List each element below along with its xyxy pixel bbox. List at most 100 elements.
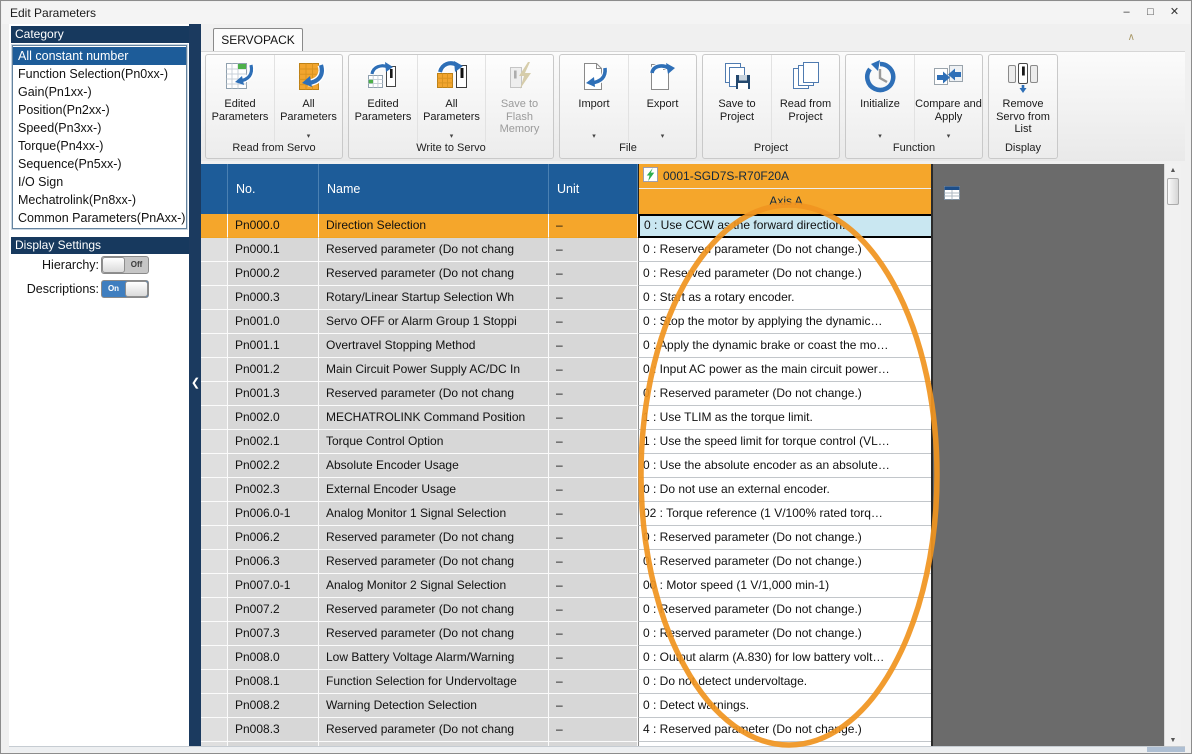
row-value[interactable]: 1 : Use TLIM as the torque limit. — [638, 406, 933, 430]
row-selector[interactable] — [201, 430, 228, 454]
row-value[interactable]: 4 : Reserved parameter (Do not change.) — [638, 718, 933, 742]
table-row[interactable]: Pn006.2 Reserved parameter (Do not chang… — [201, 526, 933, 550]
horizontal-scrollbar-thumb[interactable] — [1147, 747, 1185, 752]
servo-axis-header[interactable]: Axis A — [639, 189, 933, 214]
row-selector[interactable] — [201, 406, 228, 430]
row-selector[interactable] — [201, 334, 228, 358]
collapse-sidebar-icon[interactable]: ❮ — [190, 376, 201, 389]
scroll-up-icon[interactable]: ▲ — [1165, 167, 1181, 174]
ribbon-button-initialize[interactable]: Initialize ▾ — [846, 55, 914, 142]
ribbon-button-all-parameters[interactable]: All Parameters ▾ — [274, 55, 342, 142]
row-value[interactable]: 0 : Do not detect undervoltage. — [638, 670, 933, 694]
table-row[interactable]: Pn002.0 MECHATROLINK Command Position – … — [201, 406, 933, 430]
sidebar-item-i-o-sign[interactable]: I/O Sign — [13, 173, 186, 191]
row-value[interactable]: 0 : Stop the motor by applying the dynam… — [638, 310, 933, 334]
table-row[interactable]: Pn001.3 Reserved parameter (Do not chang… — [201, 382, 933, 406]
row-value[interactable]: 0 : Apply the dynamic brake or coast the… — [638, 334, 933, 358]
row-selector[interactable] — [201, 694, 228, 718]
ribbon-button-compare-and-apply[interactable]: Compare and Apply ▾ — [914, 55, 982, 142]
row-selector[interactable] — [201, 670, 228, 694]
dropdown-arrow-icon[interactable]: ▾ — [450, 132, 454, 142]
ribbon-button-edited-parameters[interactable]: Edited Parameters — [206, 55, 274, 142]
table-row[interactable]: Pn002.1 Torque Control Option – 1 : Use … — [201, 430, 933, 454]
row-selector[interactable] — [201, 526, 228, 550]
row-selector[interactable] — [201, 358, 228, 382]
row-value[interactable]: 0 : Input AC power as the main circuit p… — [638, 358, 933, 382]
tab-servopack[interactable]: SERVOPACK — [213, 28, 303, 51]
row-selector[interactable] — [201, 598, 228, 622]
scroll-down-icon[interactable]: ▼ — [1165, 737, 1181, 744]
ribbon-button-import[interactable]: Import ▾ — [560, 55, 628, 142]
table-row[interactable]: Pn001.0 Servo OFF or Alarm Group 1 Stopp… — [201, 310, 933, 334]
row-selector[interactable] — [201, 262, 228, 286]
row-selector[interactable] — [201, 454, 228, 478]
table-row[interactable]: Pn007.2 Reserved parameter (Do not chang… — [201, 598, 933, 622]
minimize-button[interactable]: – — [1119, 4, 1134, 20]
vertical-scrollbar-thumb[interactable] — [1167, 178, 1179, 205]
table-row[interactable]: Pn008.3 Reserved parameter (Do not chang… — [201, 718, 933, 742]
row-value[interactable]: 0 : Reserved parameter (Do not change.) — [638, 382, 933, 406]
table-row[interactable]: Pn006.3 Reserved parameter (Do not chang… — [201, 550, 933, 574]
table-row[interactable]: Pn008.1 Function Selection for Undervolt… — [201, 670, 933, 694]
sidebar-item-function-selection-pn0xx[interactable]: Function Selection(Pn0xx-) — [13, 65, 186, 83]
horizontal-scrollbar[interactable] — [9, 746, 1185, 752]
row-selector[interactable] — [201, 550, 228, 574]
row-value[interactable]: 0 : Reserved parameter (Do not change.) — [638, 550, 933, 574]
sidebar-item-mechatrolink-pn8xx[interactable]: Mechatrolink(Pn8xx-) — [13, 191, 186, 209]
row-value[interactable]: 0 : Output alarm (A.830) for low battery… — [638, 646, 933, 670]
row-selector[interactable] — [201, 574, 228, 598]
servo-device-header[interactable]: 0001-SGD7S-R70F20A — [639, 164, 933, 189]
table-row[interactable]: Pn000.0 Direction Selection – 0 : Use CC… — [201, 214, 933, 238]
row-value[interactable]: 0 : Do not use an external encoder. — [638, 478, 933, 502]
table-row[interactable]: Pn007.3 Reserved parameter (Do not chang… — [201, 622, 933, 646]
dropdown-arrow-icon[interactable]: ▾ — [592, 132, 596, 142]
sidebar-item-torque-pn4xx[interactable]: Torque(Pn4xx-) — [13, 137, 186, 155]
row-selector[interactable] — [201, 718, 228, 742]
table-row[interactable]: Pn006.0-1 Analog Monitor 1 Signal Select… — [201, 502, 933, 526]
dropdown-arrow-icon[interactable]: ▾ — [878, 132, 882, 142]
dropdown-arrow-icon[interactable]: ▾ — [661, 132, 665, 142]
row-value[interactable]: 0 : Use the absolute encoder as an absol… — [638, 454, 933, 478]
row-selector[interactable] — [201, 214, 228, 238]
table-row[interactable]: Pn008.0 Low Battery Voltage Alarm/Warnin… — [201, 646, 933, 670]
sidebar-item-position-pn2xx[interactable]: Position(Pn2xx-) — [13, 101, 186, 119]
descriptions-toggle[interactable]: On — [101, 280, 149, 298]
row-value[interactable]: 0 : Use CCW as the forward direction. — [638, 214, 933, 238]
row-selector[interactable] — [201, 286, 228, 310]
row-value[interactable]: 0 : Reserved parameter (Do not change.) — [638, 526, 933, 550]
sidebar-item-gain-pn1xx[interactable]: Gain(Pn1xx-) — [13, 83, 186, 101]
row-value[interactable]: 0 : Reserved parameter (Do not change.) — [638, 262, 933, 286]
sidebar-item-all-constant-number[interactable]: All constant number — [13, 47, 186, 65]
row-selector[interactable] — [201, 382, 228, 406]
table-row[interactable]: Pn001.1 Overtravel Stopping Method – 0 :… — [201, 334, 933, 358]
table-row[interactable]: Pn000.2 Reserved parameter (Do not chang… — [201, 262, 933, 286]
ribbon-button-remove-servo-from-list[interactable]: Remove Servo from List — [989, 55, 1057, 142]
sidebar-item-sequence-pn5xx[interactable]: Sequence(Pn5xx-) — [13, 155, 186, 173]
vertical-scrollbar[interactable]: ▲ ▼ — [1164, 164, 1181, 747]
table-row[interactable]: Pn008.2 Warning Detection Selection – 0 … — [201, 694, 933, 718]
table-row[interactable]: Pn007.0-1 Analog Monitor 2 Signal Select… — [201, 574, 933, 598]
ribbon-button-export[interactable]: Export ▾ — [628, 55, 696, 142]
row-value[interactable]: 0 : Reserved parameter (Do not change.) — [638, 598, 933, 622]
add-servo-table-icon[interactable] — [944, 185, 960, 201]
row-value[interactable]: 0 : Detect warnings. — [638, 694, 933, 718]
row-value[interactable]: 0 : Reserved parameter (Do not change.) — [638, 238, 933, 262]
row-value[interactable]: 02 : Torque reference (1 V/100% rated to… — [638, 502, 933, 526]
ribbon-button-save-to-project[interactable]: Save to Project — [703, 55, 771, 142]
row-selector[interactable] — [201, 502, 228, 526]
dropdown-arrow-icon[interactable]: ▾ — [307, 132, 311, 142]
close-button[interactable]: ✕ — [1167, 4, 1182, 20]
row-selector[interactable] — [201, 646, 228, 670]
row-value[interactable]: 0 : Start as a rotary encoder. — [638, 286, 933, 310]
table-row[interactable]: Pn001.2 Main Circuit Power Supply AC/DC … — [201, 358, 933, 382]
table-row[interactable]: Pn002.3 External Encoder Usage – 0 : Do … — [201, 478, 933, 502]
row-selector[interactable] — [201, 478, 228, 502]
ribbon-button-edited-parameters[interactable]: Edited Parameters — [349, 55, 417, 142]
ribbon-button-all-parameters[interactable]: All Parameters ▾ — [417, 55, 485, 142]
table-row[interactable]: Pn000.1 Reserved parameter (Do not chang… — [201, 238, 933, 262]
collapse-ribbon-icon[interactable]: ∧ — [1128, 32, 1135, 43]
row-selector[interactable] — [201, 238, 228, 262]
row-selector[interactable] — [201, 622, 228, 646]
table-row[interactable]: Pn002.2 Absolute Encoder Usage – 0 : Use… — [201, 454, 933, 478]
maximize-button[interactable]: □ — [1143, 4, 1158, 20]
